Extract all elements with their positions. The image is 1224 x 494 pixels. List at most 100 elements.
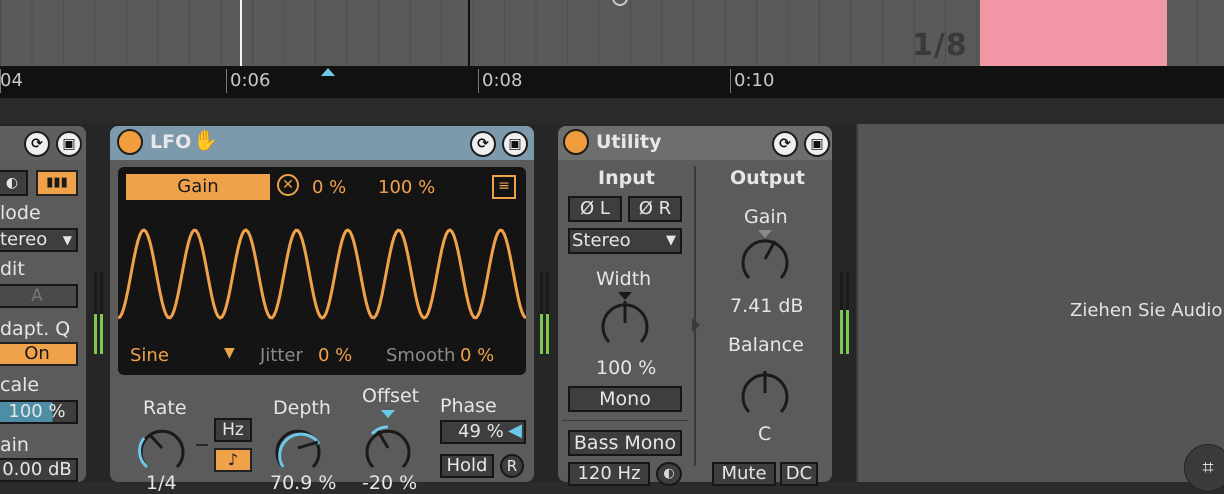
adapt-q-toggle[interactable]: On xyxy=(0,342,78,366)
ruler-label: 0:06 xyxy=(230,70,271,91)
headphone-icon[interactable]: ◐ xyxy=(656,462,682,486)
hot-swap-icon[interactable]: ⟳ xyxy=(470,131,496,157)
device-power-button[interactable] xyxy=(563,129,589,155)
save-preset-icon[interactable]: ▣ xyxy=(502,131,528,157)
mode-select[interactable]: tereo ▼ xyxy=(0,228,78,252)
device-power-button[interactable] xyxy=(117,129,143,155)
retrigger-button[interactable]: R xyxy=(500,454,524,478)
shape-select[interactable]: Sine xyxy=(130,345,169,366)
bass-mono-button[interactable]: Bass Mono xyxy=(568,430,682,456)
level-meter xyxy=(846,272,849,354)
width-label: Width xyxy=(596,268,652,290)
depth-label: Depth xyxy=(273,397,331,419)
save-preset-icon[interactable]: ▣ xyxy=(804,131,830,157)
jitter-label: Jitter xyxy=(260,345,303,366)
dc-button[interactable]: DC xyxy=(780,462,818,486)
retrigger-arrow-icon: ◀ xyxy=(508,420,522,441)
loop-start-marker[interactable] xyxy=(321,68,335,76)
scale-value: 100 % xyxy=(8,401,66,422)
list-icon[interactable]: ≡ xyxy=(492,175,516,199)
channel-mode-value: Stereo xyxy=(572,230,631,251)
sync-note-icon[interactable]: ♪ xyxy=(214,448,252,472)
output-gain-value: 7.41 dB xyxy=(730,295,804,317)
edit-label: dit xyxy=(0,258,25,280)
level-meter xyxy=(100,272,103,354)
phase-invert-right[interactable]: Ø R xyxy=(628,196,682,222)
min-value[interactable]: 0 % xyxy=(312,177,346,198)
smooth-value[interactable]: 0 % xyxy=(460,345,494,366)
divider xyxy=(562,420,688,421)
scale-label: cale xyxy=(0,374,40,396)
mute-button[interactable]: Mute xyxy=(712,462,776,486)
divider xyxy=(0,98,1224,124)
playhead xyxy=(240,0,242,66)
level-meter xyxy=(94,272,97,354)
rate-label: Rate xyxy=(143,397,187,419)
phase-value: 49 % xyxy=(458,421,504,442)
gain-slider[interactable]: 0.00 dB xyxy=(0,458,78,482)
width-value: 100 % xyxy=(596,357,657,379)
input-section-label: Input xyxy=(598,167,655,189)
hold-button[interactable]: Hold xyxy=(440,454,494,478)
capture-icon[interactable]: ⌗ xyxy=(1184,444,1224,492)
signal-flow-arrow-icon xyxy=(692,318,700,332)
channel-mode-select[interactable]: Stereo ▼ xyxy=(568,228,682,254)
offset-center-marker xyxy=(381,410,395,418)
insert-marker-line xyxy=(468,0,470,66)
gain-label: ain xyxy=(0,434,29,456)
max-value[interactable]: 100 % xyxy=(378,177,435,198)
headphone-icon[interactable]: ◐ xyxy=(0,170,28,196)
ruler-tick xyxy=(478,69,479,93)
chevron-down-icon: ▼ xyxy=(62,233,72,247)
output-section-label: Output xyxy=(730,167,805,189)
balance-label: Balance xyxy=(728,334,804,356)
phase-invert-left[interactable]: Ø L xyxy=(568,196,622,222)
offset-label: Offset xyxy=(362,385,420,407)
level-meter xyxy=(840,272,843,354)
audio-clip[interactable] xyxy=(980,0,1167,66)
edit-ab-switch[interactable]: A xyxy=(0,284,78,308)
ruler-label: 0:10 xyxy=(734,70,775,91)
device-title: LFO xyxy=(150,131,192,153)
unmap-icon[interactable]: ✕ xyxy=(277,174,299,196)
lfo-waveform xyxy=(118,228,526,320)
balance-value: C xyxy=(758,423,772,445)
scale-slider[interactable]: 100 % xyxy=(0,400,78,424)
ruler-tick xyxy=(226,69,227,93)
divider xyxy=(694,166,696,466)
ruler-label: 0:08 xyxy=(482,70,523,91)
level-meter xyxy=(540,272,543,354)
hot-swap-icon[interactable]: ⟳ xyxy=(772,131,798,157)
hz-toggle[interactable]: Hz xyxy=(214,418,252,442)
divider xyxy=(196,444,208,446)
rate-knob[interactable] xyxy=(136,422,188,474)
mode-label: lode xyxy=(0,202,41,224)
adapt-q-label: dapt. Q xyxy=(0,318,71,340)
hot-swap-icon[interactable]: ⟳ xyxy=(24,131,50,157)
jitter-value[interactable]: 0 % xyxy=(318,345,352,366)
balance-knob[interactable] xyxy=(738,366,792,420)
map-hand-icon[interactable]: ✋ xyxy=(193,128,218,152)
offset-knob[interactable] xyxy=(362,422,414,474)
level-meter xyxy=(546,272,549,354)
chevron-down-icon[interactable]: ▼ xyxy=(224,345,235,361)
chevron-down-icon: ▼ xyxy=(666,233,676,248)
time-ruler[interactable] xyxy=(0,66,1224,98)
output-gain-label: Gain xyxy=(744,206,788,228)
ruler-tick xyxy=(730,69,731,93)
mono-button[interactable]: Mono xyxy=(568,386,682,412)
depth-knob[interactable] xyxy=(272,422,324,474)
width-knob[interactable] xyxy=(598,292,652,350)
phase-label: Phase xyxy=(440,395,497,417)
map-target-button[interactable]: Gain xyxy=(126,174,270,200)
spectrum-icon[interactable]: ▮▮▮ xyxy=(36,170,78,196)
drop-hint-text: Ziehen Sie Audio xyxy=(1070,300,1223,321)
bass-mono-freq[interactable]: 120 Hz xyxy=(568,462,650,486)
mode-value: tereo xyxy=(0,229,48,250)
save-preset-icon[interactable]: ▣ xyxy=(56,131,82,157)
depth-value: 70.9 % xyxy=(270,472,337,494)
output-gain-knob[interactable] xyxy=(738,230,792,286)
grid-size-label: 1/8 xyxy=(912,28,968,63)
phase-slider[interactable]: 49 % ◀ xyxy=(440,420,526,444)
edit-value: A xyxy=(31,286,43,306)
